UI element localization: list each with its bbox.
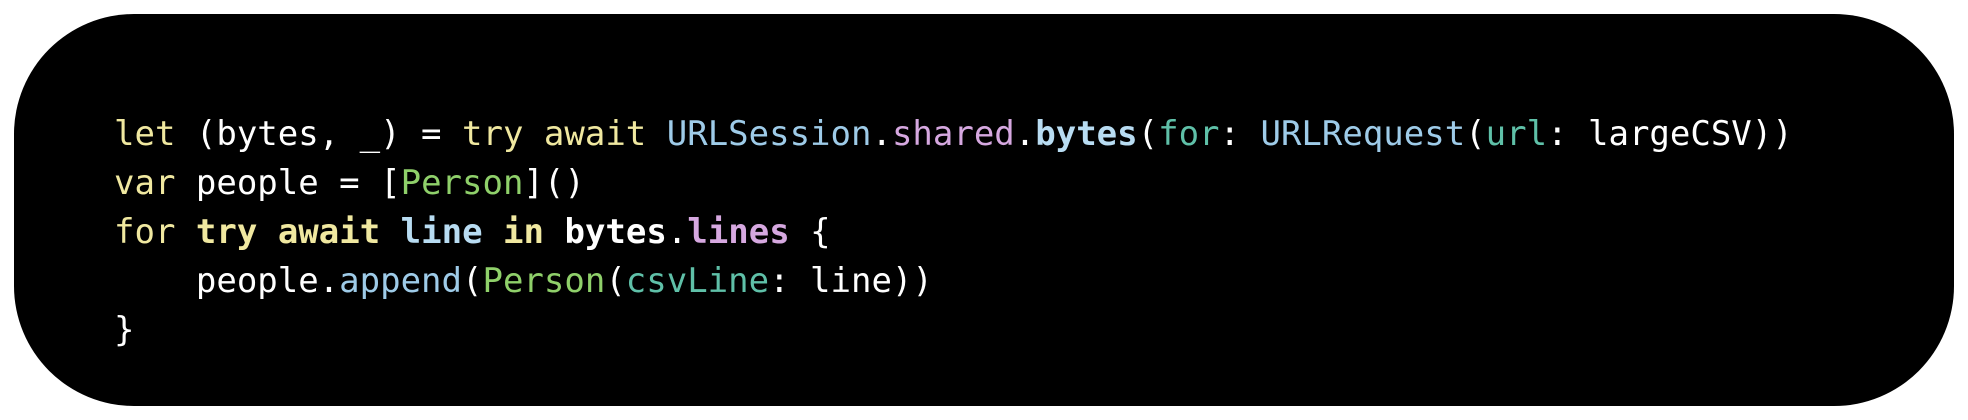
code-token-plain: : largeCSV)) bbox=[1547, 114, 1793, 154]
code-token-plain: ( bbox=[462, 261, 483, 301]
code-token-plain: } bbox=[114, 310, 135, 350]
code-token-type: URLSession bbox=[666, 114, 872, 154]
code-token-plain: people. bbox=[114, 261, 340, 301]
code-line: } bbox=[114, 306, 1954, 355]
code-token-keyword: for bbox=[114, 212, 176, 252]
code-line: people.append(Person(csvLine: line)) bbox=[114, 257, 1954, 306]
code-token-param: url bbox=[1485, 114, 1548, 154]
code-token-keyword: var bbox=[114, 163, 176, 203]
code-token-keyword: await bbox=[543, 114, 647, 154]
code-token-green_type: Person bbox=[482, 261, 606, 301]
code-token-plain: { bbox=[789, 212, 831, 252]
code-token-plain: ]() bbox=[523, 163, 585, 203]
code-token-plain: ( bbox=[1465, 114, 1486, 154]
code-token-plain: : line)) bbox=[769, 261, 933, 301]
code-token-type: append bbox=[339, 261, 462, 301]
code-token-keyword: in bbox=[503, 212, 544, 252]
code-token-keyword: await bbox=[277, 212, 381, 252]
code-block: let (bytes, _) = try await URLSession.sh… bbox=[114, 110, 1954, 355]
code-token-plain: . bbox=[871, 114, 892, 154]
code-token-plain: : bbox=[1219, 114, 1261, 154]
code-token-property: shared bbox=[891, 114, 1015, 154]
code-token-keyword: let bbox=[114, 114, 176, 154]
code-snippet-card: let (bytes, _) = try await URLSession.sh… bbox=[14, 14, 1954, 406]
code-line: for try await line in bytes.lines { bbox=[114, 208, 1954, 257]
code-token-plain: . bbox=[1014, 114, 1036, 154]
code-token-method: bytes bbox=[1035, 114, 1138, 154]
code-token-keyword: try bbox=[462, 114, 524, 154]
code-token-type: URLRequest bbox=[1260, 114, 1466, 154]
code-token-param: csvLine bbox=[625, 261, 770, 301]
code-token-plain: people = [ bbox=[175, 163, 401, 203]
code-token-plain: bytes bbox=[564, 212, 667, 252]
code-line: var people = [Person]() bbox=[114, 159, 1954, 208]
code-token-keyword: try bbox=[195, 212, 258, 252]
code-token-param: for bbox=[1158, 114, 1220, 154]
code-token-green_type: Person bbox=[400, 163, 524, 203]
code-token-property: lines bbox=[687, 212, 790, 252]
code-line: let (bytes, _) = try await URLSession.sh… bbox=[114, 110, 1954, 159]
code-token-plain: . bbox=[666, 212, 688, 252]
code-token-method: line bbox=[400, 212, 483, 252]
code-token-plain: (bytes, _) = bbox=[175, 114, 462, 154]
code-token-plain: ( bbox=[1137, 114, 1159, 154]
code-token-plain: ( bbox=[605, 261, 626, 301]
